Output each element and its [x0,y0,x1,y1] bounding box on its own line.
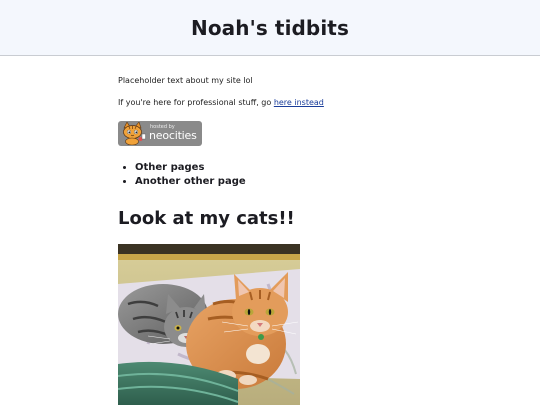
cats-photo [118,244,300,405]
professional-prefix: If you're here for professional stuff, g… [118,98,274,107]
nav-link-another-other-page[interactable]: Another other page [135,176,246,187]
site-header: Noah's tidbits [0,0,540,56]
intro-text: Placeholder text about my site lol [118,76,253,85]
neocities-badge[interactable]: hosted by neocities [118,121,202,146]
professional-link[interactable]: here instead [274,98,324,107]
site-title: Noah's tidbits [191,15,349,40]
cats-heading: Look at my cats!! [118,208,295,229]
nav-list: Other pages Another other page [118,161,246,189]
neocities-cat-icon [123,122,146,145]
badge-brand: neocities [149,129,197,142]
nav-item: Other pages [135,161,246,175]
nav-item: Another other page [135,175,246,189]
nav-link-other-pages[interactable]: Other pages [135,162,204,173]
professional-line: If you're here for professional stuff, g… [118,98,324,107]
